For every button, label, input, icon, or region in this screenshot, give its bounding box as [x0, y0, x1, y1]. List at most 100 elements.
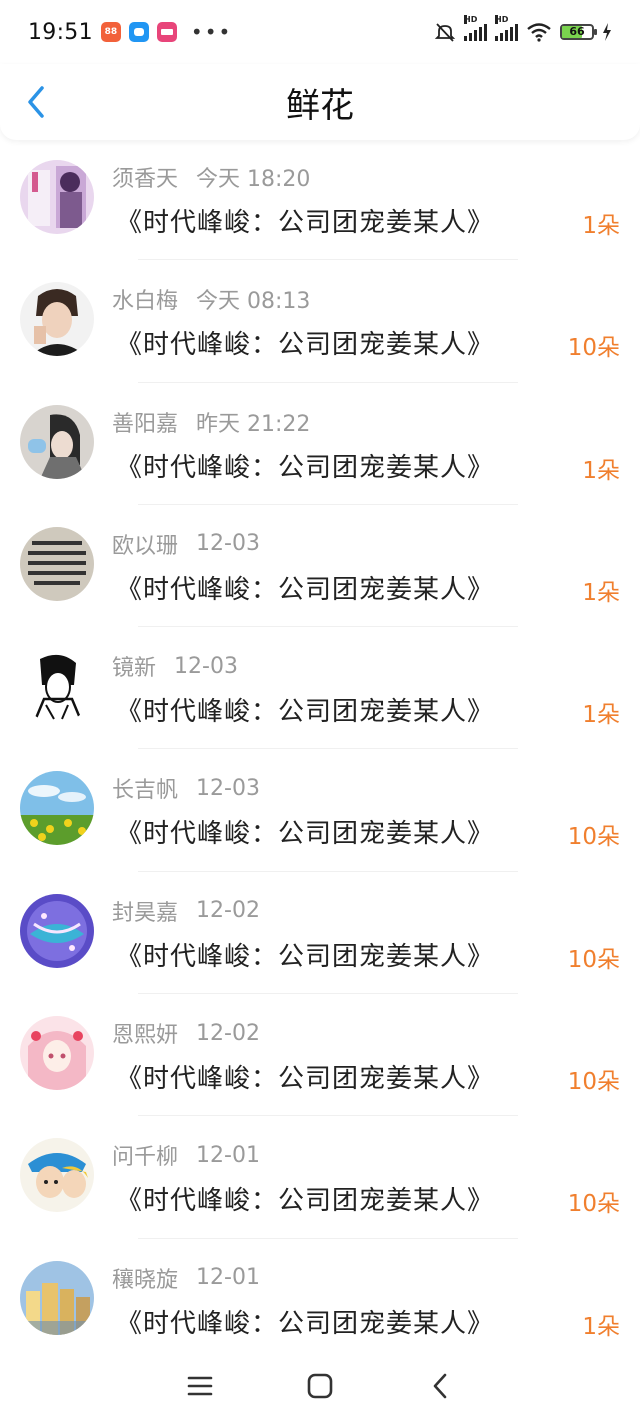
- avatar[interactable]: [20, 1260, 94, 1335]
- status-indicators: HD HD 66: [434, 15, 612, 43]
- flower-record-list: 须香天 今天 18:20 《时代峰峻：公司团宠姜某人》 1朵 水白梅 今天 08…: [0, 148, 640, 1371]
- avatar[interactable]: [20, 160, 94, 234]
- divider: [138, 503, 518, 505]
- username[interactable]: 封昊嘉: [112, 895, 178, 927]
- username[interactable]: 须香天: [112, 161, 178, 193]
- book-title[interactable]: 《时代峰峻：公司团宠姜某人》: [116, 1303, 494, 1340]
- book-title[interactable]: 《时代峰峻：公司团宠姜某人》: [116, 324, 494, 361]
- item-meta: 善阳嘉 昨天 21:22: [112, 407, 310, 437]
- timestamp: 12-01: [196, 1142, 260, 1168]
- username[interactable]: 穰晓旋: [112, 1262, 178, 1294]
- status-bar: 19:51 88 ••• HD HD 66: [0, 0, 640, 64]
- list-item[interactable]: 善阳嘉 昨天 21:22 《时代峰峻：公司团宠姜某人》 1朵: [0, 393, 640, 515]
- status-time: 19:51: [28, 19, 93, 45]
- list-item[interactable]: 欧以珊 12-03 《时代峰峻：公司团宠姜某人》 1朵: [0, 515, 640, 637]
- timestamp: 今天 18:20: [196, 167, 311, 192]
- avatar[interactable]: [20, 404, 94, 479]
- divider: [138, 993, 518, 995]
- battery-icon: 66: [560, 24, 597, 40]
- flower-count: 1朵: [582, 213, 620, 239]
- item-meta: 欧以珊 12-03: [112, 529, 260, 559]
- timestamp: 12-03: [196, 775, 260, 801]
- chevron-left-icon: [28, 86, 44, 118]
- username[interactable]: 欧以珊: [112, 528, 178, 560]
- timestamp: 12-03: [174, 653, 238, 679]
- avatar[interactable]: [20, 649, 94, 724]
- divider: [138, 1115, 518, 1117]
- mute-bell-icon: [434, 23, 456, 42]
- timestamp: 今天 08:13: [196, 289, 311, 315]
- charging-icon: [603, 23, 611, 41]
- system-navigation-bar: [0, 1350, 640, 1422]
- wifi-icon: [527, 23, 551, 42]
- list-item[interactable]: 须香天 今天 18:20 《时代峰峻：公司团宠姜某人》 1朵: [0, 148, 640, 270]
- signal-icon: HD: [464, 15, 487, 41]
- shopping-app-icon: 88: [100, 22, 121, 42]
- divider: [138, 1237, 518, 1239]
- flower-count: 1朵: [582, 579, 620, 606]
- page-title: 鲜花: [286, 85, 354, 126]
- list-item[interactable]: 镜新 12-03 《时代峰峻：公司团宠姜某人》 1朵: [0, 637, 640, 759]
- username[interactable]: 问千柳: [112, 1139, 178, 1171]
- item-meta: 恩熙妍 12-02: [112, 1017, 260, 1049]
- signal-icon: HD: [495, 15, 518, 41]
- item-meta: 镜新 12-03: [112, 650, 238, 682]
- flower-count: 10朵: [567, 1069, 620, 1096]
- username[interactable]: 善阳嘉: [112, 406, 178, 438]
- flower-count: 10朵: [567, 946, 620, 973]
- more-notifications-icon: •••: [190, 20, 233, 44]
- flower-count: 10朵: [567, 1191, 620, 1218]
- timestamp: 昨天 21:22: [196, 411, 311, 437]
- flower-count: 1朵: [582, 702, 620, 729]
- back-button[interactable]: [18, 82, 54, 122]
- book-title[interactable]: 《时代峰峻：公司团宠姜某人》: [116, 1180, 494, 1217]
- avatar[interactable]: [20, 282, 94, 357]
- timestamp: 12-01: [196, 1265, 260, 1291]
- list-item[interactable]: 恩熙妍 12-02 《时代峰峻：公司团宠姜某人》 10朵: [0, 1004, 640, 1126]
- avatar[interactable]: [20, 1138, 94, 1213]
- book-title[interactable]: 《时代峰峻：公司团宠姜某人》: [116, 691, 494, 728]
- list-item[interactable]: 封昊嘉 12-02 《时代峰峻：公司团宠姜某人》 10朵: [0, 882, 640, 1004]
- username[interactable]: 长吉帆: [112, 772, 178, 804]
- chevron-left-icon: [433, 1373, 447, 1399]
- divider: [138, 626, 518, 628]
- item-meta: 问千柳 12-01: [112, 1139, 260, 1171]
- app-header: 鲜花: [0, 64, 640, 140]
- divider: [138, 870, 518, 872]
- item-meta: 长吉帆 12-03: [112, 772, 260, 804]
- username[interactable]: 水白梅: [112, 283, 178, 315]
- avatar[interactable]: [20, 771, 94, 846]
- username[interactable]: 恩熙妍: [112, 1017, 178, 1049]
- item-meta: 水白梅 今天 08:13: [112, 284, 310, 314]
- list-item[interactable]: 水白梅 今天 08:13 《时代峰峻：公司团宠姜某人》 10朵: [0, 270, 640, 392]
- book-title[interactable]: 《时代峰峻：公司团宠姜某人》: [116, 447, 494, 484]
- avatar[interactable]: [20, 893, 94, 968]
- menu-icon: [187, 1376, 213, 1396]
- divider: [138, 748, 518, 750]
- divider: [138, 259, 518, 261]
- home-button[interactable]: [300, 1366, 340, 1406]
- flower-count: 1朵: [582, 457, 620, 484]
- chat-app-icon: [128, 22, 149, 42]
- timestamp: 12-02: [196, 1020, 260, 1046]
- flower-count: 1朵: [582, 1313, 620, 1340]
- timestamp: 12-02: [196, 898, 260, 924]
- avatar[interactable]: [20, 526, 94, 601]
- avatar[interactable]: [20, 1016, 94, 1091]
- timestamp: 12-03: [196, 531, 260, 557]
- book-title[interactable]: 《时代峰峻：公司团宠姜某人》: [116, 569, 494, 606]
- item-meta: 须香天 今天 18:20: [112, 162, 310, 192]
- book-title[interactable]: 《时代峰峻：公司团宠姜某人》: [116, 936, 494, 973]
- username[interactable]: 镜新: [112, 650, 156, 682]
- book-title[interactable]: 《时代峰峻：公司团宠姜某人》: [116, 813, 494, 850]
- flower-count: 10朵: [567, 335, 620, 362]
- book-title[interactable]: 《时代峰峻：公司团宠姜某人》: [116, 202, 494, 239]
- list-item[interactable]: 长吉帆 12-03 《时代峰峻：公司团宠姜某人》 10朵: [0, 759, 640, 881]
- list-item[interactable]: 问千柳 12-01 《时代峰峻：公司团宠姜某人》 10朵: [0, 1126, 640, 1248]
- item-meta: 封昊嘉 12-02: [112, 896, 260, 926]
- back-nav-button[interactable]: [420, 1366, 460, 1406]
- flower-count: 10朵: [567, 824, 620, 851]
- book-title[interactable]: 《时代峰峻：公司团宠姜某人》: [116, 1058, 494, 1095]
- divider: [138, 381, 518, 383]
- menu-button[interactable]: [180, 1366, 220, 1406]
